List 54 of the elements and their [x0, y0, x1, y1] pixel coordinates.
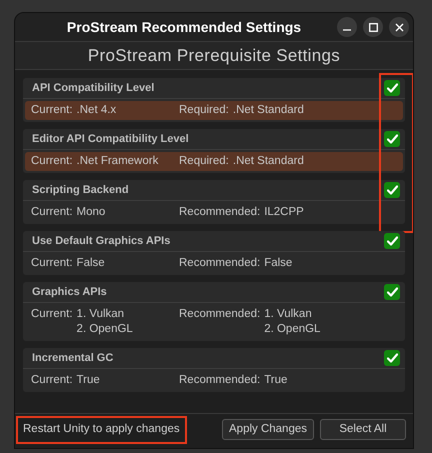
target-label: Recommended:: [179, 205, 260, 220]
current-label: Current:: [31, 103, 73, 118]
maximize-button[interactable]: [363, 17, 383, 37]
current-value: .Net 4.x: [76, 103, 116, 118]
setting-title: Use Default Graphics APIs: [32, 234, 170, 249]
current-label: Current:: [31, 205, 73, 220]
checkmark-icon: [386, 353, 398, 363]
checkbox[interactable]: [384, 284, 400, 300]
current-label: Current:: [31, 256, 73, 271]
minimize-button[interactable]: [337, 17, 357, 37]
footer-button[interactable]: Apply Changes: [222, 419, 314, 440]
target-value: 1. Vulkan: [264, 307, 313, 322]
target-label: Recommended:: [179, 373, 260, 388]
checkmark-icon: [386, 134, 398, 144]
maximize-icon: [368, 22, 378, 32]
setting-title: Incremental GC: [32, 350, 114, 366]
setting-title: Editor API Compatibility Level: [32, 132, 189, 147]
checkbox[interactable]: [384, 182, 400, 198]
target-label: Required:: [179, 103, 229, 118]
current-value: True: [76, 373, 100, 388]
target-value: .Net Standard: [232, 154, 304, 169]
checkbox[interactable]: [384, 233, 400, 249]
setting-title: Graphics APIs: [32, 284, 107, 300]
target-value: 2. OpenGL: [264, 322, 320, 337]
current-value: 1. Vulkan: [76, 307, 126, 322]
current-label: Current:: [31, 154, 73, 169]
setting-title: Scripting Backend: [32, 182, 129, 198]
target-value: True: [264, 373, 288, 388]
checkmark-icon: [386, 83, 398, 93]
target-label: Recommended:: [179, 307, 260, 322]
current-value: 2. OpenGL: [76, 322, 133, 337]
current-label: Current:: [31, 373, 73, 388]
checkbox[interactable]: [384, 80, 400, 96]
current-value: False: [76, 256, 105, 271]
current-value: .Net Framework: [76, 154, 158, 169]
checkmark-icon: [386, 287, 398, 297]
target-value: IL2CPP: [264, 205, 304, 220]
current-label: Current:: [31, 307, 73, 322]
checkmark-icon: [386, 185, 398, 195]
target-value: False: [264, 256, 292, 271]
checkmark-icon: [386, 236, 398, 246]
restart-note: Restart Unity to apply changes: [16, 416, 187, 444]
target-value: .Net Standard: [232, 103, 304, 118]
target-label: Required:: [179, 154, 229, 169]
checkbox[interactable]: [384, 131, 400, 147]
header-title: ProStream Prerequisite Settings: [88, 44, 340, 67]
window-title: ProStream Recommended Settings: [66, 18, 302, 37]
close-button[interactable]: [389, 17, 409, 37]
close-icon: [394, 22, 404, 32]
target-label: Recommended:: [179, 256, 260, 271]
footer-button[interactable]: Select All: [320, 419, 406, 440]
checkbox[interactable]: [384, 350, 400, 366]
setting-title: API Compatibility Level: [32, 80, 154, 96]
current-value: Mono: [76, 205, 106, 220]
